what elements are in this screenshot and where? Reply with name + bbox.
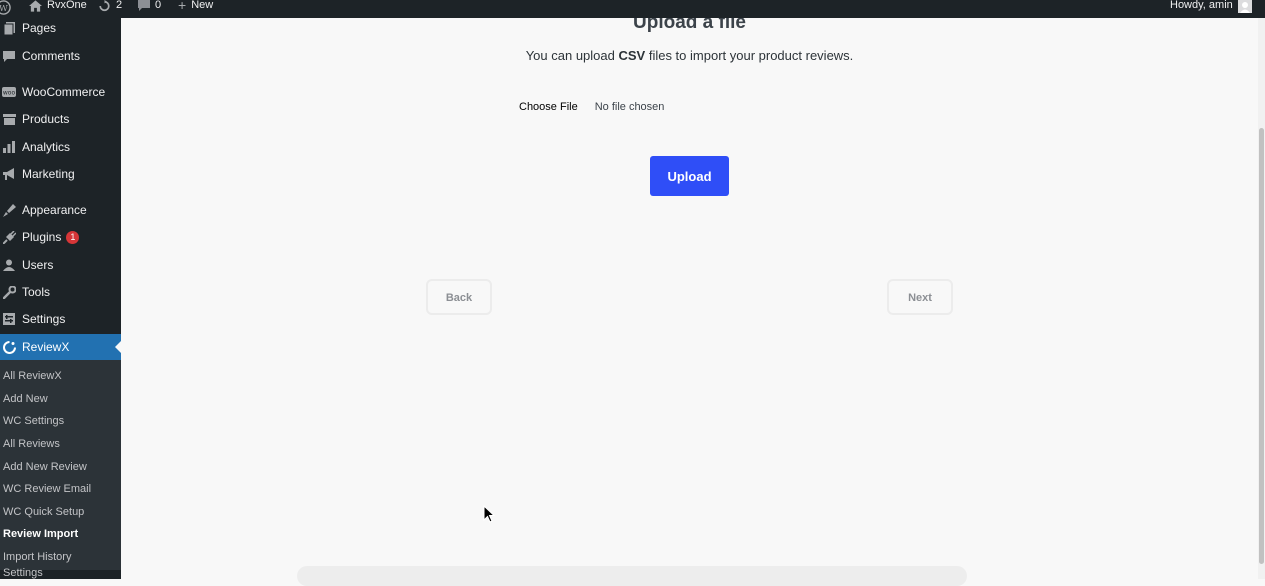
submenu-all-reviews[interactable]: All Reviews: [3, 435, 60, 453]
greeting: Howdy, amin: [1170, 0, 1233, 11]
submenu-review-import[interactable]: Review Import: [3, 525, 78, 543]
comments-link[interactable]: 0: [138, 0, 161, 18]
sidebar-item-comments[interactable]: Comments: [0, 43, 121, 69]
products-icon: [2, 112, 16, 126]
my-account-link[interactable]: Howdy, amin: [1170, 0, 1252, 18]
sidebar-item-analytics[interactable]: Analytics: [0, 134, 121, 160]
analytics-icon: [2, 140, 16, 154]
submenu-wc-review-email[interactable]: WC Review Email: [3, 480, 91, 498]
settings-icon: [2, 312, 16, 326]
woocommerce-icon: woo: [2, 85, 16, 99]
upload-description: You can upload CSV files to import your …: [121, 48, 1258, 63]
new-label: New: [191, 0, 214, 11]
sidebar-item-woocommerce[interactable]: woo WooCommerce: [0, 79, 121, 105]
bottom-panel: [297, 566, 967, 586]
sidebar-item-label: Settings: [22, 312, 66, 326]
wordpress-logo[interactable]: W: [0, 0, 11, 18]
sidebar-item-label: Pages: [22, 21, 57, 35]
updates-icon: [99, 0, 110, 12]
scrollbar-thumb[interactable]: [1259, 128, 1264, 564]
submenu-add-new-review[interactable]: Add New Review: [3, 458, 87, 476]
comments-count: 0: [155, 0, 162, 11]
sidebar-item-products[interactable]: Products: [0, 106, 121, 132]
reviewx-submenu: All ReviewX Add New WC Settings All Revi…: [0, 360, 121, 579]
marketing-icon: [2, 167, 16, 181]
reviewx-icon: [2, 340, 16, 354]
sidebar-item-label: Comments: [22, 49, 81, 63]
submenu-settings[interactable]: Settings: [3, 564, 43, 579]
home-icon: [29, 0, 42, 12]
comments-icon: [2, 49, 16, 63]
site-name-link[interactable]: RvxOne: [29, 0, 87, 18]
plugins-update-badge: 1: [66, 230, 80, 244]
back-button[interactable]: Back: [426, 279, 492, 315]
updates-link[interactable]: 2: [98, 0, 122, 18]
svg-text:W: W: [0, 3, 8, 13]
mouse-pointer-icon: [483, 505, 495, 523]
next-button[interactable]: Next: [887, 279, 953, 315]
sidebar-item-label: Marketing: [22, 167, 75, 181]
file-input[interactable]: Choose File No file chosen: [519, 101, 664, 113]
submenu-wc-settings[interactable]: WC Settings: [3, 412, 64, 430]
sidebar-item-users[interactable]: Users: [0, 252, 121, 278]
submenu-wc-quick-setup[interactable]: WC Quick Setup: [3, 503, 84, 521]
sidebar-item-label: Tools: [22, 285, 51, 299]
subtitle-text-after: files to import your product reviews.: [645, 48, 854, 63]
plus-icon: +: [178, 0, 187, 13]
sidebar-item-marketing[interactable]: Marketing: [0, 161, 121, 187]
tools-icon: [2, 285, 16, 299]
admin-sidebar: Pages Comments woo WooCommerce Products …: [0, 18, 121, 579]
submenu-all-reviewx[interactable]: All ReviewX: [3, 367, 62, 385]
admin-bar: W RvxOne 2 0 + New Howdy, amin: [0, 0, 1265, 18]
updates-count: 2: [116, 0, 123, 11]
sidebar-item-label: WooCommerce: [22, 85, 106, 99]
wordpress-icon: W: [0, 0, 11, 15]
pages-icon: [2, 21, 16, 35]
new-content-link[interactable]: + New: [178, 0, 213, 18]
upload-button[interactable]: Upload: [650, 156, 729, 196]
avatar-icon: [1237, 0, 1252, 13]
main-content: Upload a file You can upload CSV files t…: [121, 12, 1258, 586]
sidebar-item-plugins[interactable]: Plugins 1: [0, 224, 121, 250]
appearance-icon: [2, 203, 16, 217]
sidebar-item-label: Users: [22, 258, 54, 272]
sidebar-item-label: Appearance: [22, 203, 87, 217]
choose-file-button[interactable]: Choose File: [519, 101, 578, 113]
plugins-icon: [2, 230, 16, 244]
comment-bubble-icon: [138, 0, 150, 11]
subtitle-file-type: CSV: [618, 48, 646, 63]
site-name: RvxOne: [47, 0, 87, 11]
sidebar-item-pages[interactable]: Pages: [0, 18, 121, 41]
subtitle-text-before: You can upload: [525, 48, 619, 63]
sidebar-item-label: Plugins: [22, 230, 62, 244]
sidebar-item-tools[interactable]: Tools: [0, 279, 121, 305]
users-icon: [2, 258, 16, 272]
sidebar-item-label: ReviewX: [22, 340, 70, 354]
sidebar-item-settings[interactable]: Settings: [0, 306, 121, 332]
sidebar-item-reviewx[interactable]: ReviewX: [0, 334, 121, 360]
sidebar-item-appearance[interactable]: Appearance: [0, 197, 121, 223]
svg-text:woo: woo: [3, 90, 16, 97]
sidebar-item-label: Products: [22, 112, 70, 126]
sidebar-item-label: Analytics: [22, 140, 71, 154]
file-status: No file chosen: [594, 101, 665, 113]
submenu-add-new[interactable]: Add New: [3, 390, 48, 408]
